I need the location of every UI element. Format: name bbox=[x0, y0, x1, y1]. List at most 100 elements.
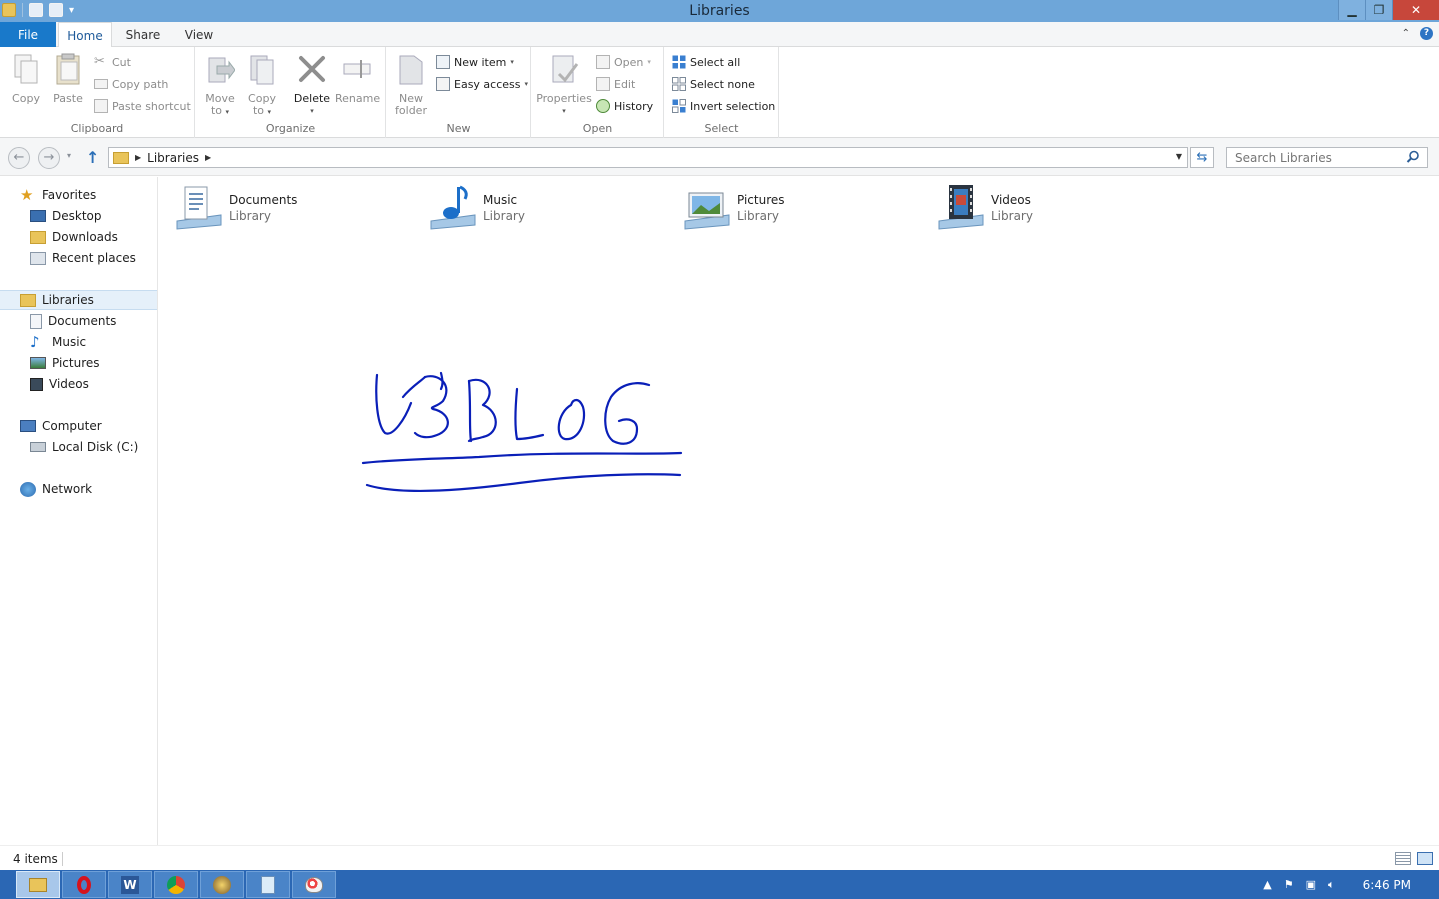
nav-videos[interactable]: Videos bbox=[0, 374, 157, 394]
opera-icon bbox=[77, 875, 91, 894]
folder-icon bbox=[29, 877, 47, 892]
scissors-icon: ✂ bbox=[94, 54, 105, 69]
taskbar-file-explorer[interactable] bbox=[16, 871, 60, 898]
new-group: New folder New item ▾ Easy access ▾ New bbox=[387, 47, 531, 138]
copy-to-button[interactable]: Copy to ▾ bbox=[241, 52, 283, 118]
nav-libraries[interactable]: Libraries bbox=[0, 290, 157, 310]
paste-shortcut-button[interactable]: Paste shortcut bbox=[94, 97, 191, 115]
nav-pictures[interactable]: Pictures bbox=[0, 353, 157, 373]
library-tile-documents[interactable]: Documents Library bbox=[175, 183, 415, 235]
library-type: Library bbox=[737, 209, 779, 223]
move-to-label-2: to bbox=[210, 104, 223, 117]
minimize-button[interactable]: ▁ bbox=[1338, 0, 1365, 20]
minimize-ribbon-chevron-icon[interactable]: ⌃ bbox=[1402, 28, 1410, 39]
edit-button[interactable]: Edit bbox=[596, 75, 635, 93]
new-folder-button[interactable]: New folder bbox=[390, 52, 432, 117]
cut-button[interactable]: ✂ Cut bbox=[94, 53, 131, 71]
volume-icon[interactable]: 🔈︎ bbox=[1328, 878, 1335, 892]
tab-home[interactable]: Home bbox=[58, 22, 112, 48]
nav-favorites[interactable]: ★ Favorites bbox=[0, 185, 157, 205]
invert-selection-label: Invert selection bbox=[690, 99, 776, 113]
large-icons-view-icon[interactable] bbox=[1417, 852, 1433, 865]
nav-desktop-label: Desktop bbox=[52, 209, 102, 223]
taskbar-media-app[interactable] bbox=[200, 871, 244, 898]
divider bbox=[62, 852, 63, 866]
search-input[interactable] bbox=[1226, 147, 1428, 168]
nav-computer[interactable]: Computer bbox=[0, 416, 157, 436]
taskbar-opera[interactable] bbox=[62, 871, 106, 898]
handwritten-signature bbox=[361, 371, 683, 492]
taskbar-word[interactable]: W bbox=[108, 871, 152, 898]
refresh-button[interactable]: ⇆ bbox=[1190, 147, 1214, 168]
properties-label: Properties bbox=[536, 92, 592, 105]
media-app-icon bbox=[213, 875, 231, 894]
rename-label: Rename bbox=[335, 92, 381, 105]
nav-music[interactable]: ♪ Music bbox=[0, 332, 157, 352]
forward-button[interactable]: → bbox=[38, 147, 60, 169]
back-button[interactable]: ← bbox=[8, 147, 30, 169]
help-icon[interactable]: ? bbox=[1420, 27, 1433, 40]
library-tile-videos[interactable]: Videos Library bbox=[937, 183, 1177, 235]
window-title: Libraries bbox=[689, 3, 750, 19]
copy-path-button[interactable]: Copy path bbox=[94, 75, 168, 93]
new-item-button[interactable]: New item ▾ bbox=[436, 53, 514, 71]
select-group-label: Select bbox=[704, 122, 739, 135]
breadcrumb-chevron-icon[interactable]: ▶ bbox=[205, 153, 211, 162]
delete-button[interactable]: Delete ▾ bbox=[291, 52, 333, 117]
library-tile-pictures[interactable]: Pictures Library bbox=[683, 183, 923, 235]
easy-access-label: Easy access bbox=[454, 77, 521, 91]
restore-button[interactable]: ❐ bbox=[1365, 0, 1392, 20]
paste-button[interactable]: Paste bbox=[47, 52, 89, 105]
select-all-button[interactable]: Select all bbox=[672, 53, 740, 71]
open-group-label: Open bbox=[582, 122, 613, 135]
copy-button[interactable]: Copy bbox=[5, 52, 47, 105]
copy-to-label-2: to bbox=[252, 104, 265, 117]
search-icon[interactable] bbox=[1406, 150, 1420, 164]
select-none-button[interactable]: Select none bbox=[672, 75, 755, 93]
recent-locations-chevron-icon[interactable]: ▾ bbox=[67, 151, 71, 160]
music-note-icon: ♪ bbox=[30, 332, 40, 351]
nav-desktop[interactable]: Desktop bbox=[0, 206, 157, 226]
clock[interactable]: 6:46 PM bbox=[1363, 878, 1411, 892]
address-history-chevron-icon[interactable]: ▼ bbox=[1176, 152, 1182, 161]
paste-icon bbox=[56, 53, 80, 85]
nav-documents[interactable]: Documents bbox=[0, 311, 157, 331]
move-to-button[interactable]: Move to ▾ bbox=[199, 52, 241, 118]
open-button[interactable]: Open ▾ bbox=[596, 53, 651, 71]
tab-share[interactable]: Share bbox=[116, 22, 170, 47]
action-center-flag-icon[interactable]: ⚑ bbox=[1284, 878, 1294, 891]
rename-icon bbox=[343, 60, 371, 78]
details-view-icon[interactable] bbox=[1395, 852, 1411, 865]
copy-path-icon bbox=[94, 79, 108, 89]
status-bar: 4 items bbox=[0, 845, 1439, 870]
clipboard-group-label: Clipboard bbox=[70, 122, 124, 135]
history-button[interactable]: History bbox=[596, 97, 653, 115]
new-group-label: New bbox=[446, 122, 471, 135]
network-status-icon[interactable]: ▣ bbox=[1306, 878, 1316, 891]
tab-file[interactable]: File bbox=[0, 22, 56, 47]
nav-network[interactable]: Network bbox=[0, 479, 157, 499]
tab-view[interactable]: View bbox=[172, 22, 226, 47]
easy-access-button[interactable]: Easy access ▾ bbox=[436, 75, 528, 93]
close-button[interactable]: ✕ bbox=[1392, 0, 1439, 20]
address-bar[interactable]: ▶ Libraries ▶ ▼ bbox=[108, 147, 1188, 168]
ribbon: Copy Paste ✂ Cut Copy path Paste shortcu… bbox=[0, 47, 1439, 138]
nav-local-disk-label: Local Disk (C:) bbox=[52, 440, 139, 454]
rename-button[interactable]: Rename bbox=[335, 52, 381, 105]
taskbar-paint[interactable] bbox=[292, 871, 336, 898]
properties-button[interactable]: Properties ▾ bbox=[536, 52, 592, 117]
new-folder-icon bbox=[399, 55, 423, 85]
nav-downloads[interactable]: Downloads bbox=[0, 227, 157, 247]
up-arrow-icon[interactable]: ↑ bbox=[86, 148, 99, 167]
paste-shortcut-icon bbox=[94, 99, 108, 113]
nav-local-disk[interactable]: Local Disk (C:) bbox=[0, 437, 157, 457]
invert-selection-button[interactable]: Invert selection bbox=[672, 97, 775, 115]
nav-recent-places[interactable]: Recent places bbox=[0, 248, 157, 268]
show-hidden-icons-chevron-icon[interactable]: ▲ bbox=[1263, 878, 1271, 891]
taskbar-chrome[interactable] bbox=[154, 871, 198, 898]
documents-icon bbox=[30, 313, 42, 329]
breadcrumb-libraries[interactable]: Libraries bbox=[147, 151, 199, 165]
breadcrumb-chevron-icon[interactable]: ▶ bbox=[135, 153, 141, 162]
taskbar-notepad[interactable] bbox=[246, 871, 290, 898]
library-tile-music[interactable]: Music Library bbox=[429, 183, 669, 235]
